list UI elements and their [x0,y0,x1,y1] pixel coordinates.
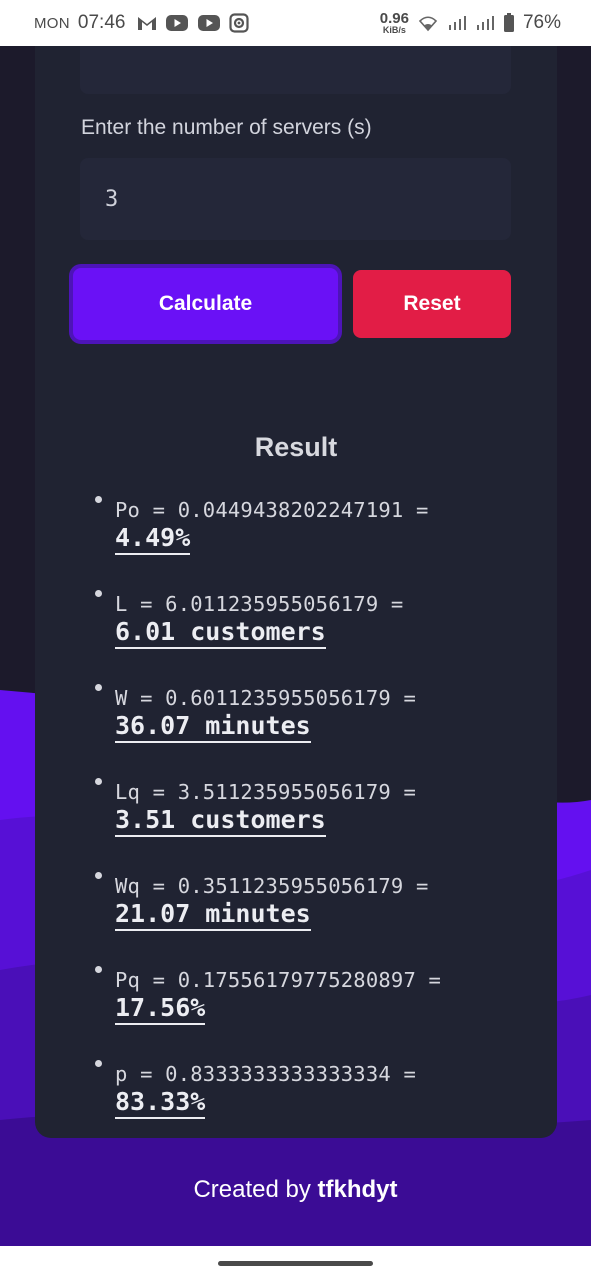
author-link[interactable]: tfkhdyt [318,1176,398,1203]
result-title: Result [254,432,338,462]
result-item-po: Po = 0.0449438202247191 = 4.49% [93,490,513,558]
result-value: 36.07 minutes [115,711,311,743]
calculator-card: 4 Enter the number of servers (s) 3 Calc… [35,0,557,1138]
bullet [95,966,102,973]
home-gesture-handle[interactable] [218,1261,373,1266]
battery-icon [503,13,514,32]
gmail-icon [138,17,157,30]
result-value: 17.56% [115,993,206,1025]
footer-prefix: Created by [193,1176,311,1203]
wifi-icon [418,16,438,32]
battery-percent: 76% [522,12,561,33]
status-day: MON [34,14,70,32]
result-item-wq: Wq = 0.3511235955056179 = 21.07 minutes [93,866,513,934]
result-list: Po = 0.0449438202247191 = 4.49% L = 6.01… [93,490,513,1148]
bullet [95,778,102,785]
app-notification-icon [229,13,250,33]
result-value: 4.49% [115,523,191,555]
footer-credit: Created by tfkhdyt [0,1176,591,1204]
result-item-p: p = 0.8333333333333334 = 83.33% [93,1054,513,1122]
bullet [95,496,102,503]
bullet [95,1060,102,1067]
bullet [95,684,102,691]
result-item-pq: Pq = 0.17556179775280897 = 17.56% [93,960,513,1028]
bullet [95,590,102,597]
status-time: 07:46 [77,12,126,33]
calculate-button[interactable]: Calculate [73,268,338,340]
result-item-l: L = 6.011235955056179 = 6.01 customers [93,584,513,652]
signal-icon [448,16,466,30]
result-item-w: W = 0.6011235955056179 = 36.07 minutes [93,678,513,746]
result-item-lq: Lq = 3.511235955056179 = 3.51 customers [93,772,513,840]
bullet [95,872,102,879]
result-value: 3.51 customers [115,805,326,837]
status-bar: MON 07:46 0.96 KiB/s 76% [0,0,591,46]
youtube-icon [198,15,221,31]
signal-icon [476,16,494,30]
result-value: 21.07 minutes [115,899,311,931]
servers-input[interactable]: 3 [80,158,511,240]
youtube-icon [166,15,189,31]
network-speed: 0.96 KiB/s [379,10,409,35]
reset-button[interactable]: Reset [353,270,511,338]
servers-value: 3 [105,186,119,212]
servers-label: Enter the number of servers (s) [81,116,372,139]
navigation-bar [0,1246,591,1280]
result-value: 83.33% [115,1087,206,1119]
result-value: 6.01 customers [115,617,326,649]
